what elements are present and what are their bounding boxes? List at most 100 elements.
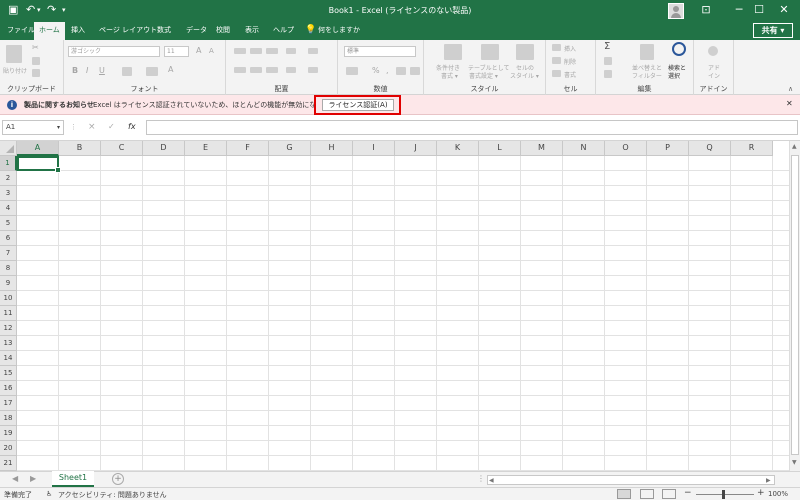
row-header-7[interactable]: 7: [0, 246, 17, 261]
tab-view[interactable]: 表示: [240, 22, 264, 40]
zoom-in-button[interactable]: +: [757, 488, 765, 498]
name-box-dropdown-icon[interactable]: ▾: [57, 121, 60, 134]
conditional-format-icon[interactable]: [444, 44, 462, 60]
format-cells-label[interactable]: 書式: [564, 70, 576, 79]
underline-button[interactable]: U: [99, 66, 105, 75]
row-header-14[interactable]: 14: [0, 351, 17, 366]
zoom-out-button[interactable]: −: [684, 488, 692, 498]
column-header-d[interactable]: D: [143, 141, 185, 156]
clear-icon[interactable]: [604, 70, 612, 78]
normal-view-icon[interactable]: [617, 489, 631, 499]
row-header-8[interactable]: 8: [0, 261, 17, 276]
row-header-6[interactable]: 6: [0, 231, 17, 246]
name-box[interactable]: A1 ▾: [2, 120, 64, 135]
wrap-text-icon[interactable]: [308, 48, 318, 54]
active-cell[interactable]: [17, 156, 61, 173]
accessibility-status[interactable]: アクセシビリティ: 問題ありません: [58, 490, 167, 500]
align-left-icon[interactable]: [234, 67, 246, 73]
enter-icon[interactable]: ✓: [108, 122, 115, 131]
align-right-icon[interactable]: [266, 67, 278, 73]
currency-icon[interactable]: [346, 67, 358, 75]
column-header-j[interactable]: J: [395, 141, 437, 156]
sheet-prev-icon[interactable]: ◀: [12, 474, 18, 483]
add-sheet-button[interactable]: +: [112, 473, 124, 485]
row-header-11[interactable]: 11: [0, 306, 17, 321]
format-cells-icon[interactable]: [552, 70, 561, 77]
zoom-slider[interactable]: [696, 494, 754, 495]
addins-icon[interactable]: [708, 46, 718, 56]
row-header-19[interactable]: 19: [0, 426, 17, 441]
orientation-icon[interactable]: [286, 48, 296, 54]
column-header-k[interactable]: K: [437, 141, 479, 156]
hscroll-separator-icon[interactable]: ⋮: [477, 474, 485, 483]
tab-home[interactable]: ホーム: [34, 22, 65, 40]
vertical-scroll-thumb[interactable]: [791, 155, 799, 455]
close-notification-icon[interactable]: ✕: [786, 99, 793, 108]
page-break-view-icon[interactable]: [662, 489, 676, 499]
row-header-21[interactable]: 21: [0, 456, 17, 471]
align-bottom-icon[interactable]: [266, 48, 278, 54]
merge-center-icon[interactable]: [308, 67, 318, 73]
cancel-icon[interactable]: ×: [88, 122, 96, 132]
font-size-select[interactable]: 11: [164, 46, 189, 57]
borders-icon[interactable]: [122, 67, 132, 76]
column-header-n[interactable]: N: [563, 141, 605, 156]
column-header-i[interactable]: I: [353, 141, 395, 156]
user-avatar[interactable]: [668, 3, 684, 19]
undo-dropdown-icon[interactable]: ▾: [37, 6, 41, 14]
insert-cells-label[interactable]: 挿入: [564, 44, 576, 53]
align-center-icon[interactable]: [250, 67, 262, 73]
increase-font-icon[interactable]: A: [196, 46, 201, 55]
column-header-c[interactable]: C: [101, 141, 143, 156]
close-button[interactable]: ✕: [768, 0, 800, 22]
column-header-e[interactable]: E: [185, 141, 227, 156]
column-header-g[interactable]: G: [269, 141, 311, 156]
formula-input[interactable]: [146, 120, 798, 135]
row-header-13[interactable]: 13: [0, 336, 17, 351]
cut-icon[interactable]: ✂: [32, 43, 39, 52]
column-header-m[interactable]: M: [521, 141, 563, 156]
autosum-icon[interactable]: Σ: [604, 41, 610, 52]
insert-cells-icon[interactable]: [552, 44, 561, 51]
column-header-b[interactable]: B: [59, 141, 101, 156]
tab-review[interactable]: 校閲: [211, 22, 235, 40]
format-painter-icon[interactable]: [32, 69, 40, 77]
scroll-left-icon[interactable]: ◀: [489, 477, 494, 484]
row-header-16[interactable]: 16: [0, 381, 17, 396]
column-header-a[interactable]: A: [17, 141, 59, 156]
insert-function-icon[interactable]: fx: [128, 122, 136, 131]
align-middle-icon[interactable]: [250, 48, 262, 54]
increase-decimal-icon[interactable]: [396, 67, 406, 75]
page-layout-view-icon[interactable]: [640, 489, 654, 499]
row-header-17[interactable]: 17: [0, 396, 17, 411]
row-header-4[interactable]: 4: [0, 201, 17, 216]
license-activation-button[interactable]: ライセンス認証(A): [322, 99, 394, 111]
row-header-18[interactable]: 18: [0, 411, 17, 426]
row-header-5[interactable]: 5: [0, 216, 17, 231]
tab-data[interactable]: データ: [181, 22, 212, 40]
share-button[interactable]: 共有 ▾: [753, 23, 793, 38]
customize-toolbar-icon[interactable]: ▾: [62, 6, 66, 14]
tab-help[interactable]: ヘルプ: [268, 22, 299, 40]
save-icon[interactable]: ▣: [8, 3, 18, 16]
paste-icon[interactable]: [6, 45, 22, 63]
delete-cells-label[interactable]: 削除: [564, 57, 576, 66]
column-header-f[interactable]: F: [227, 141, 269, 156]
redo-icon[interactable]: ↷: [47, 3, 56, 16]
format-as-table-icon[interactable]: [481, 44, 499, 60]
row-header-12[interactable]: 12: [0, 321, 17, 336]
row-header-10[interactable]: 10: [0, 291, 17, 306]
tab-insert[interactable]: 挿入: [66, 22, 90, 40]
sheet-tab-sheet1[interactable]: Sheet1: [52, 471, 94, 487]
copy-icon[interactable]: [32, 57, 40, 65]
decrease-decimal-icon[interactable]: [410, 67, 420, 75]
row-header-15[interactable]: 15: [0, 366, 17, 381]
tab-formulas[interactable]: 数式: [152, 22, 176, 40]
percent-button[interactable]: %: [372, 66, 380, 75]
zoom-slider-knob[interactable]: [722, 490, 725, 499]
column-header-o[interactable]: O: [605, 141, 647, 156]
row-header-3[interactable]: 3: [0, 186, 17, 201]
row-header-2[interactable]: 2: [0, 171, 17, 186]
select-all-button[interactable]: [0, 141, 17, 156]
column-header-r[interactable]: R: [731, 141, 773, 156]
